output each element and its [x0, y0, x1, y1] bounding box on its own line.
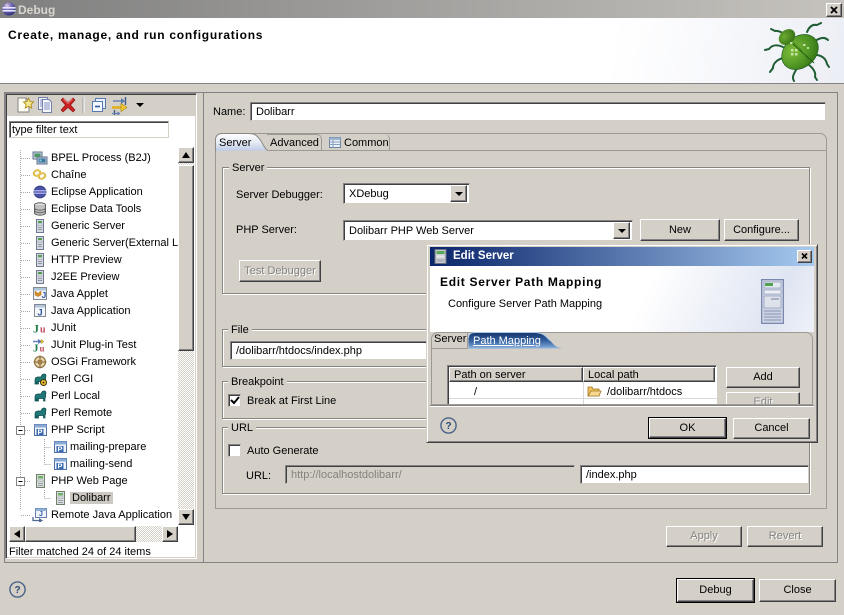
svg-text:J: J [42, 290, 47, 300]
svg-text:?: ? [445, 421, 451, 432]
svg-text:J: J [33, 322, 39, 336]
svg-text:u: u [40, 344, 45, 353]
svg-text:J: J [37, 308, 42, 319]
svg-text:P: P [57, 462, 62, 471]
svg-text:J: J [33, 343, 39, 353]
svg-text:u: u [40, 325, 46, 336]
svg-text:P: P [37, 428, 42, 437]
svg-text:J: J [39, 511, 43, 518]
svg-text:P: P [57, 445, 62, 454]
svg-text:?: ? [14, 585, 20, 596]
